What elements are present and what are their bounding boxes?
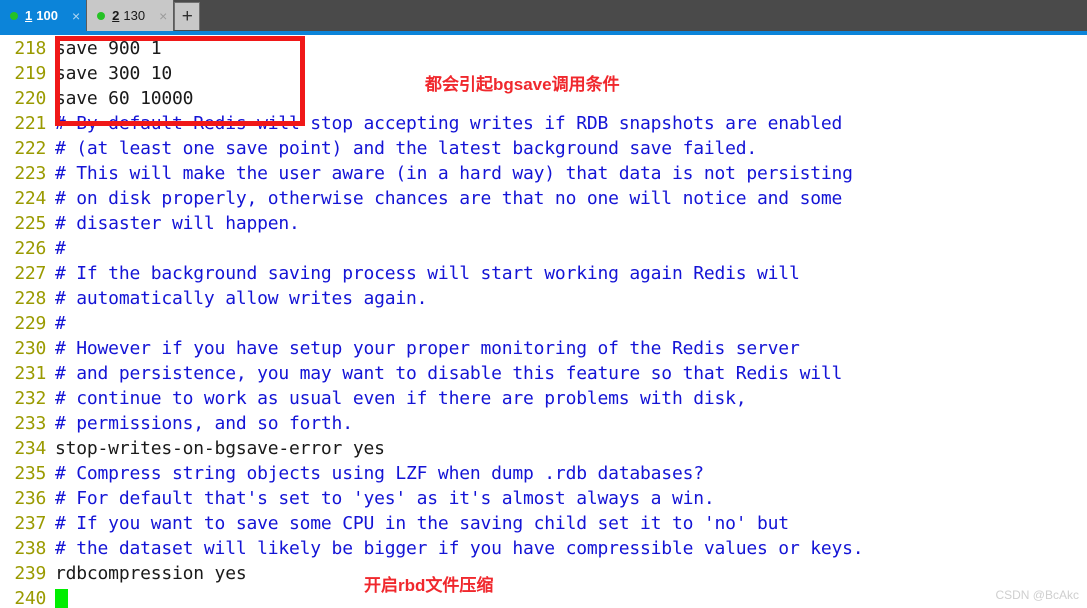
code-line-text: # If you want to save some CPU in the sa… — [55, 513, 789, 534]
code-line-text: # and persistence, you may want to disab… — [55, 363, 843, 384]
line-number: 232 — [14, 388, 46, 409]
code-line-text: rdbcompression yes — [55, 563, 247, 584]
tab-2-index: 2 — [112, 8, 120, 23]
text-cursor — [55, 589, 68, 608]
line-number: 219 — [14, 63, 46, 84]
line-number: 231 — [14, 363, 46, 384]
code-line-text: # — [55, 238, 66, 259]
code-line-text: # on disk properly, otherwise chances ar… — [55, 188, 843, 209]
watermark: CSDN @BcAkc — [995, 588, 1079, 602]
code-line-text: # the dataset will likely be bigger if y… — [55, 538, 864, 559]
line-number: 240 — [14, 588, 46, 608]
line-number: 222 — [14, 138, 46, 159]
tab-2[interactable]: 2 130 × — [87, 0, 175, 31]
annotation-save-block: 都会引起bgsave调用条件 — [425, 75, 620, 94]
code-line-text: # However if you have setup your proper … — [55, 338, 800, 359]
code-line-text: # Compress string objects using LZF when… — [55, 463, 704, 484]
code-line: 238 # the dataset will likely be bigger i… — [0, 536, 1087, 561]
line-number: 237 — [14, 513, 46, 534]
code-line: 228 # automatically allow writes again. — [0, 286, 1087, 311]
tab-2-number: 130 — [123, 8, 146, 23]
code-line: 226 # — [0, 236, 1087, 261]
green-dot-icon — [10, 11, 18, 20]
green-dot-icon — [97, 11, 106, 20]
line-number: 239 — [14, 563, 46, 584]
code-line-text: # This will make the user aware (in a ha… — [55, 163, 853, 184]
code-line: 218 save 900 1 — [0, 36, 1087, 61]
line-number: 230 — [14, 338, 46, 359]
line-number: 233 — [14, 413, 46, 434]
annotation-rdbcompression: 开启rbd文件压缩 — [364, 576, 494, 595]
code-line-text: # permissions, and so forth. — [55, 413, 353, 434]
code-line: 223 # This will make the user aware (in a… — [0, 161, 1087, 186]
code-line: 227 # If the background saving process wi… — [0, 261, 1087, 286]
code-line-text: # — [55, 313, 66, 334]
line-number: 234 — [14, 438, 46, 459]
code-line-text: # For default that's set to 'yes' as it'… — [55, 488, 715, 509]
tab-1[interactable]: 1 100 × — [0, 0, 88, 31]
code-line: 237 # If you want to save some CPU in the… — [0, 511, 1087, 536]
line-number: 221 — [14, 113, 46, 134]
line-number: 218 — [14, 38, 46, 59]
code-line: 240 — [0, 586, 1087, 608]
code-line: 232 # continue to work as usual even if t… — [0, 386, 1087, 411]
code-line-text: stop-writes-on-bgsave-error yes — [55, 438, 385, 459]
line-number: 226 — [14, 238, 46, 259]
tab-bar: 1 100 × 2 130 × + — [0, 0, 1087, 31]
code-line-text: # (at least one save point) and the late… — [55, 138, 758, 159]
code-line-text: save 900 1 — [55, 38, 162, 59]
code-line: 230 # However if you have setup your prop… — [0, 336, 1087, 361]
code-line-text: # If the background saving process will … — [55, 263, 800, 284]
line-number: 236 — [14, 488, 46, 509]
code-line-list: 218 save 900 1 219 save 300 10 220 save 60 10… — [0, 36, 1087, 608]
code-line: 221 # By default Redis will stop acceptin… — [0, 111, 1087, 136]
code-line-text: # automatically allow writes again. — [55, 288, 428, 309]
code-line: 233 # permissions, and so forth. — [0, 411, 1087, 436]
line-number: 238 — [14, 538, 46, 559]
code-line: 224 # on disk properly, otherwise chances… — [0, 186, 1087, 211]
code-line-text: # disaster will happen. — [55, 213, 300, 234]
line-number: 220 — [14, 88, 46, 109]
code-line: 239 rdbcompression yes — [0, 561, 1087, 586]
new-tab-button[interactable]: + — [174, 2, 201, 30]
close-icon[interactable]: × — [159, 9, 167, 23]
code-line: 222 # (at least one save point) and the l… — [0, 136, 1087, 161]
line-number: 225 — [14, 213, 46, 234]
code-editor[interactable]: 218 save 900 1 219 save 300 10 220 save 60 10… — [0, 35, 1087, 608]
tab-1-number: 100 — [36, 8, 58, 23]
line-number: 224 — [14, 188, 46, 209]
line-number: 235 — [14, 463, 46, 484]
line-number: 229 — [14, 313, 46, 334]
code-line-text: # continue to work as usual even if ther… — [55, 388, 747, 409]
code-line: 234 stop-writes-on-bgsave-error yes — [0, 436, 1087, 461]
line-number: 228 — [14, 288, 46, 309]
tab-1-index: 1 — [25, 8, 33, 23]
code-line: 236 # For default that's set to 'yes' as … — [0, 486, 1087, 511]
close-icon[interactable]: × — [72, 9, 80, 23]
code-line: 231 # and persistence, you may want to di… — [0, 361, 1087, 386]
code-line: 229 # — [0, 311, 1087, 336]
line-number: 227 — [14, 263, 46, 284]
code-line-text: # By default Redis will stop accepting w… — [55, 113, 843, 134]
line-number: 223 — [14, 163, 46, 184]
code-line: 235 # Compress string objects using LZF w… — [0, 461, 1087, 486]
code-line: 225 # disaster will happen. — [0, 211, 1087, 236]
code-line-text — [55, 586, 1087, 608]
